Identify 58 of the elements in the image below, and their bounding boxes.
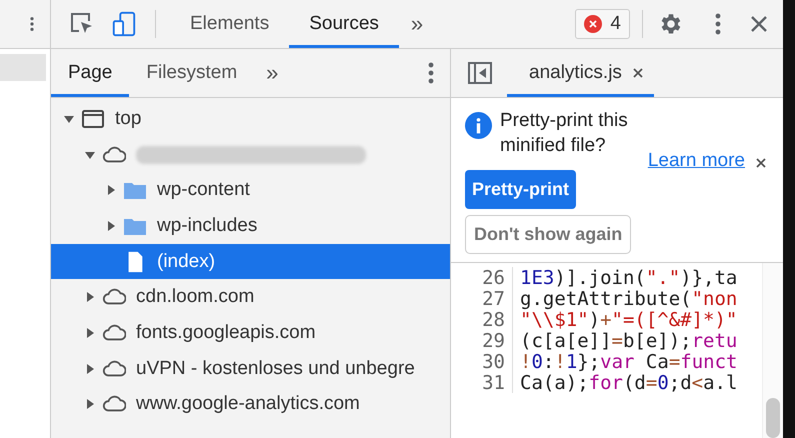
more-tabs-button[interactable]: » — [254, 60, 290, 86]
tree-item-label: wp-content — [157, 179, 250, 202]
panel-tab[interactable]: Sources — [289, 0, 399, 48]
tree-item[interactable]: (index) — [51, 244, 450, 280]
tree-item-label: www.google-analytics.com — [136, 393, 360, 416]
code-line: g.getAttribute("non — [519, 288, 738, 310]
device-toolbar-icon[interactable] — [111, 11, 137, 37]
code-line: "\\$1")+"=([^&#]*)" — [519, 308, 738, 330]
collapsed-arrow-icon[interactable] — [105, 220, 117, 232]
tree-item-label: (index) — [157, 250, 216, 273]
tree-item-label: top — [115, 108, 142, 130]
more-vertical-icon[interactable] — [428, 62, 434, 84]
tree-item-label: cdn.loom.com — [136, 286, 254, 308]
code-line: 1E3)].join(".")},ta — [519, 266, 738, 288]
navigator-tab[interactable]: Page — [51, 49, 130, 97]
navigator-tab[interactable]: Filesystem — [129, 49, 254, 97]
code-line: !0:!1};var Ca=funct — [519, 350, 738, 372]
tree-item[interactable]: www.google-analytics.com — [51, 386, 450, 422]
line-number: 27 — [451, 288, 513, 309]
line-number: 28 — [451, 309, 513, 330]
info-icon — [465, 112, 492, 139]
close-icon[interactable] — [749, 14, 769, 34]
tree-item[interactable]: cdn.loom.com — [51, 279, 450, 316]
close-icon[interactable] — [755, 157, 767, 169]
pretty-print-button[interactable]: Pretty-print — [465, 170, 576, 209]
learn-more-link[interactable]: Learn more — [648, 150, 745, 172]
dont-show-again-button[interactable]: Don't show again — [465, 215, 632, 254]
error-count-button[interactable]: 4 — [575, 9, 630, 39]
tree-item[interactable]: fonts.googleapis.com — [51, 315, 450, 351]
infobar-message: Pretty-print this minified file? — [500, 109, 629, 158]
code-line: (c[a[e]]=b[e]);retu — [519, 330, 738, 352]
code-line: Ca(a);for(d=0;d<a.l — [519, 372, 738, 394]
page-background-block — [0, 54, 46, 81]
line-number: 26 — [451, 267, 513, 288]
more-tabs-button[interactable]: » — [398, 11, 436, 37]
more-vertical-icon[interactable] — [715, 13, 721, 35]
line-number: 31 — [451, 372, 513, 393]
close-icon[interactable] — [632, 67, 644, 79]
file-tab-label: analytics.js — [529, 62, 622, 84]
tree-item[interactable]: wp-content — [51, 172, 450, 208]
frame-icon — [81, 108, 105, 130]
collapsed-arrow-icon[interactable] — [84, 362, 96, 375]
tree-item-label: uVPN - kostenloses und unbegre — [136, 358, 415, 380]
tree-item-label: fonts.googleapis.com — [136, 322, 316, 344]
tree-item[interactable]: uVPN - kostenloses und unbegre — [51, 350, 450, 386]
tree-item[interactable]: wp-includes — [51, 208, 450, 244]
panel-tab[interactable]: Elements — [170, 0, 290, 48]
tree-item-label: wp-includes — [157, 214, 258, 237]
error-icon — [584, 15, 602, 33]
line-number: 29 — [451, 330, 513, 351]
sidebar-toggle-icon[interactable] — [467, 60, 493, 86]
line-number: 30 — [451, 351, 513, 372]
collapsed-arrow-icon[interactable] — [105, 184, 117, 196]
tree-item[interactable]: top — [51, 101, 450, 137]
collapsed-arrow-icon[interactable] — [84, 398, 96, 410]
collapsed-arrow-icon[interactable] — [84, 291, 96, 304]
collapsed-arrow-icon[interactable] — [84, 326, 96, 339]
scrollbar-thumb[interactable] — [766, 398, 780, 438]
